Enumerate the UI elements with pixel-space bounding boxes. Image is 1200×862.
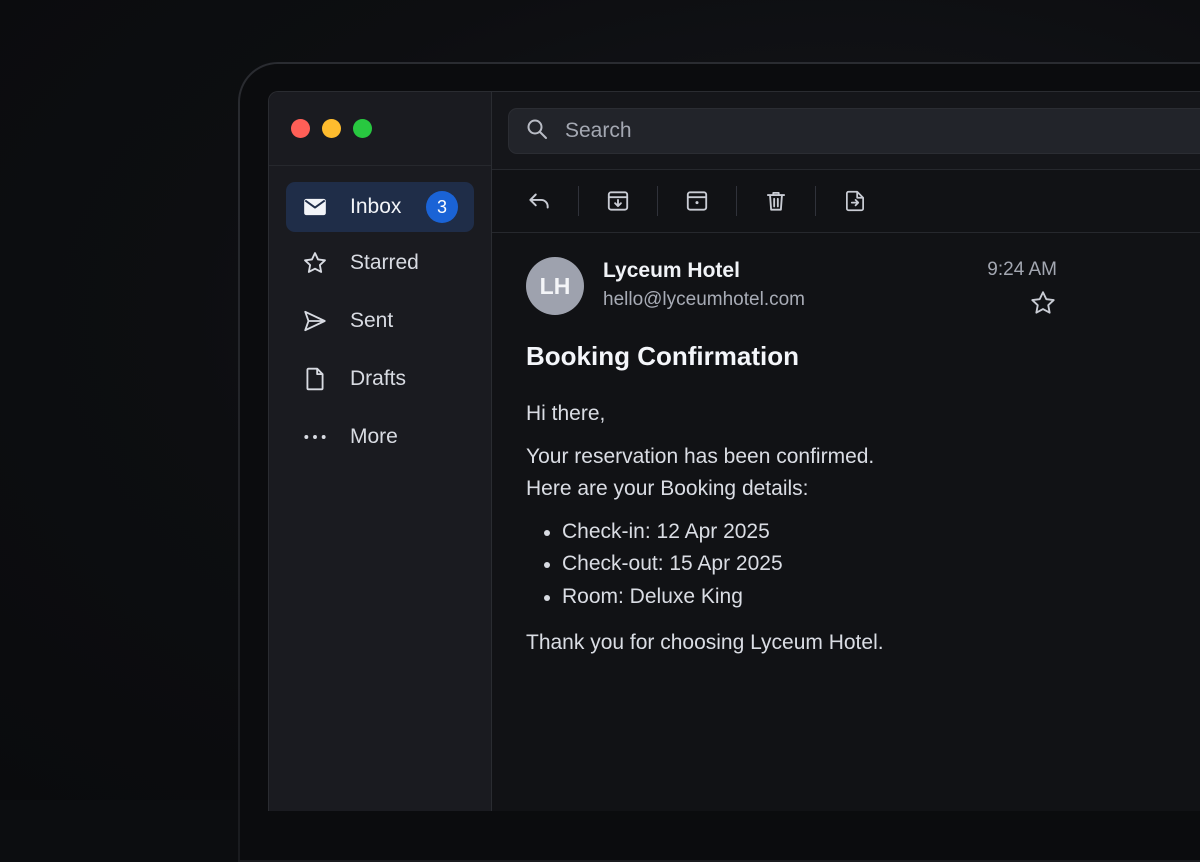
search-area xyxy=(492,92,1200,170)
close-window-button[interactable] xyxy=(291,119,310,138)
archive-icon xyxy=(607,191,629,211)
sidebar-item-label: Inbox xyxy=(350,195,402,218)
star-message-button[interactable] xyxy=(1029,289,1057,317)
reply-button[interactable] xyxy=(524,186,554,216)
toolbar-divider xyxy=(736,186,737,216)
sidebar-item-sent[interactable]: Sent xyxy=(286,294,474,348)
list-item: Room: Deluxe King xyxy=(544,581,1200,614)
body-line: Your reservation has been confirmed. xyxy=(526,444,875,468)
trash-icon xyxy=(766,191,786,211)
envelope-icon xyxy=(302,194,328,220)
sidebar-item-starred[interactable]: Starred xyxy=(286,236,474,290)
folder-button[interactable] xyxy=(682,186,712,216)
folder-icon xyxy=(686,191,708,211)
toolbar-divider xyxy=(578,186,579,216)
avatar: LH xyxy=(526,257,584,315)
message-pane: LH Lyceum Hotel hello@lyceumhotel.com 9:… xyxy=(492,92,1200,811)
sender-info: Lyceum Hotel hello@lyceumhotel.com xyxy=(603,257,805,311)
search-input[interactable] xyxy=(565,119,1065,143)
message-subject: Booking Confirmation xyxy=(526,341,799,371)
closing-line: Thank you for choosing Lyceum Hotel. xyxy=(526,631,884,655)
sidebar: Inbox 3 Starred Sent Drafts More xyxy=(269,92,492,811)
minimize-window-button[interactable] xyxy=(322,119,341,138)
message-time: 9:24 AM xyxy=(987,259,1057,280)
message-body: Hi there, Your reservation has been conf… xyxy=(526,398,1200,660)
message-header: LH Lyceum Hotel hello@lyceumhotel.com xyxy=(526,257,1200,315)
sidebar-item-label: More xyxy=(350,425,398,448)
window-controls xyxy=(269,92,491,166)
search-bar[interactable] xyxy=(508,108,1200,154)
unread-count-badge: 3 xyxy=(426,191,458,223)
sidebar-item-label: Starred xyxy=(350,251,419,274)
mail-window: Inbox 3 Starred Sent Drafts More Search … xyxy=(268,91,1200,811)
archive-button[interactable] xyxy=(603,186,633,216)
paper-plane-icon xyxy=(302,308,328,334)
sender-name[interactable]: Lyceum Hotel xyxy=(603,259,805,283)
message-view: LH Lyceum Hotel hello@lyceumhotel.com 9:… xyxy=(492,233,1200,660)
mailbox-nav: Inbox 3 Starred Sent Drafts More xyxy=(269,166,491,480)
sidebar-item-label: Drafts xyxy=(350,367,407,390)
list-item: Check-out: 15 Apr 2025 xyxy=(544,548,1200,581)
reply-icon xyxy=(529,193,549,209)
toolbar-divider xyxy=(657,186,658,216)
sidebar-item-drafts[interactable]: Drafts xyxy=(286,352,474,406)
sidebar-item-more[interactable]: More xyxy=(286,410,474,464)
search-icon xyxy=(525,117,565,146)
document-icon xyxy=(302,366,328,392)
body-line: Here are your Booking details: xyxy=(526,477,809,501)
star-icon xyxy=(302,250,328,276)
toolbar-divider xyxy=(815,186,816,216)
greeting-line: Hi there, xyxy=(526,402,606,425)
message-toolbar xyxy=(492,170,1200,233)
zoom-window-button[interactable] xyxy=(353,119,372,138)
star-icon xyxy=(1031,291,1055,314)
sender-email[interactable]: hello@lyceumhotel.com xyxy=(603,289,805,311)
move-icon xyxy=(846,190,864,212)
booking-details-list: Check-in: 12 Apr 2025 Check-out: 15 Apr … xyxy=(544,516,1200,614)
more-dots-icon xyxy=(302,424,328,450)
sidebar-item-inbox[interactable]: Inbox 3 xyxy=(286,182,474,232)
move-button[interactable] xyxy=(840,186,870,216)
list-item: Check-in: 12 Apr 2025 xyxy=(544,516,1200,549)
delete-button[interactable] xyxy=(761,186,791,216)
sidebar-item-label: Sent xyxy=(350,309,394,332)
message-meta: 9:24 AM xyxy=(982,259,1057,322)
